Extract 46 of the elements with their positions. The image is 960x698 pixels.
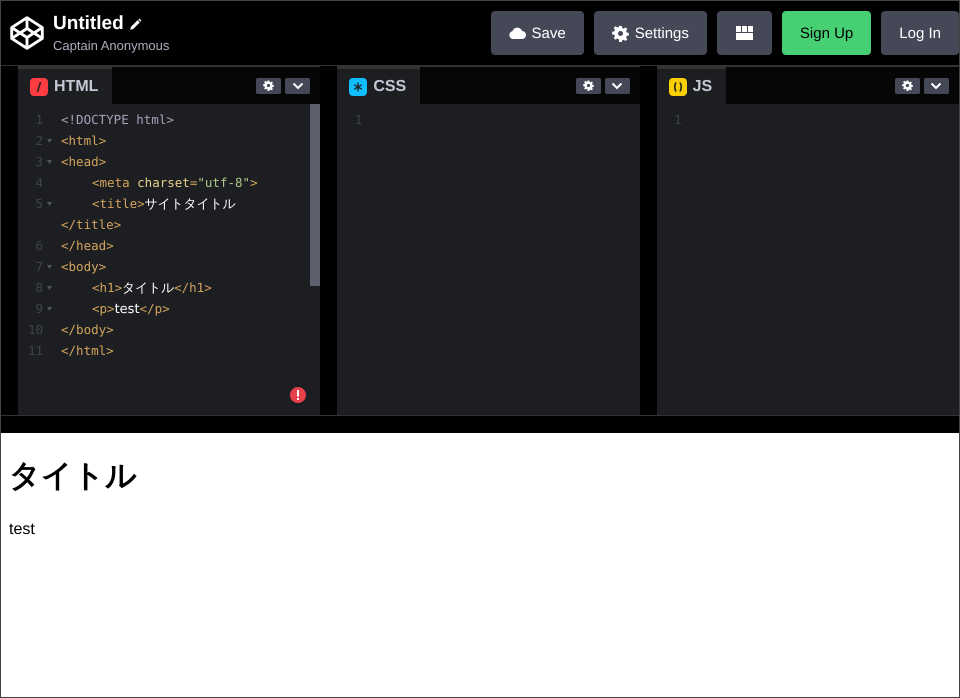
- code-line: <meta charset="utf-8">: [91, 175, 258, 190]
- editor-menu-button[interactable]: [604, 78, 630, 94]
- gear-icon: [902, 80, 913, 91]
- layout-button[interactable]: [716, 11, 772, 55]
- code-line: <body>: [61, 259, 106, 274]
- pen-title[interactable]: Untitled: [53, 13, 124, 35]
- code-line: </html>: [61, 343, 114, 358]
- cloud-icon: [508, 27, 526, 39]
- code-line: </body>: [61, 322, 114, 337]
- editor-settings-button[interactable]: [576, 78, 601, 94]
- code-line: <head>: [61, 154, 106, 169]
- settings-button[interactable]: Settings: [594, 11, 707, 55]
- code-line: <html>: [61, 133, 106, 148]
- chevron-down-icon: [292, 82, 304, 90]
- scrollbar-thumb[interactable]: [310, 104, 320, 286]
- slash-icon: [30, 78, 48, 96]
- editor-menu-button[interactable]: [924, 78, 949, 94]
- editor-tab[interactable]: CSS: [337, 67, 420, 104]
- cube-logo-icon[interactable]: [9, 15, 45, 51]
- error-icon[interactable]: [290, 387, 306, 403]
- code-line: </title>: [61, 217, 122, 232]
- preview-heading: タイトル: [9, 457, 137, 496]
- chevron-down-icon: [930, 82, 942, 90]
- editor-settings-button[interactable]: [894, 78, 920, 94]
- code-line: </head>: [61, 238, 114, 253]
- log-in-button[interactable]: Log In: [881, 11, 959, 55]
- preview-paragraph: test: [9, 521, 35, 539]
- code-line: <h1>タイトル</h1>: [91, 278, 212, 296]
- editor-tab[interactable]: HTML: [18, 67, 112, 104]
- parentheses-icon: [668, 78, 687, 96]
- code-line: <title>サイトタイトル: [91, 194, 236, 212]
- gear-icon: [263, 80, 274, 91]
- asterisk-icon: [349, 78, 368, 96]
- editor-menu-button[interactable]: [285, 78, 310, 94]
- grid-layout-icon: [736, 26, 753, 40]
- editor-settings-button[interactable]: [256, 78, 282, 94]
- editor-tab[interactable]: JS: [656, 67, 726, 104]
- sign-up-button[interactable]: Sign Up: [782, 11, 872, 55]
- save-button[interactable]: Save: [490, 11, 584, 55]
- author-name[interactable]: Captain Anonymous: [53, 38, 170, 53]
- code-line: <!DOCTYPE html>: [61, 112, 174, 127]
- chevron-down-icon: [611, 82, 624, 90]
- gear-icon: [582, 80, 594, 91]
- gear-icon: [612, 24, 629, 42]
- code-line: <p>test</p>: [91, 300, 170, 316]
- pencil-icon[interactable]: [128, 18, 142, 30]
